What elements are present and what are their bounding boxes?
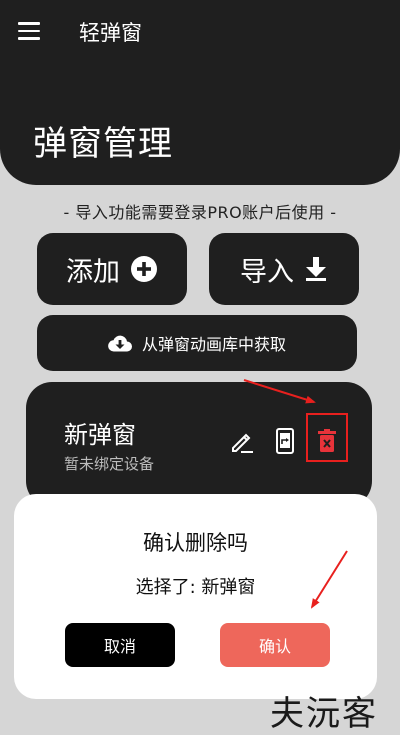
popup-status: 暂未绑定设备 bbox=[64, 455, 155, 473]
confirm-delete-dialog: 确认删除吗 选择了: 新弹窗 取消 确认 bbox=[14, 494, 377, 699]
library-label: 从弹窗动画库中获取 bbox=[141, 335, 286, 354]
animation-library-button[interactable]: 从弹窗动画库中获取 bbox=[37, 315, 357, 371]
import-label: 导入 bbox=[240, 256, 294, 288]
top-app-bar: 轻弹窗 弹窗管理 bbox=[0, 0, 400, 185]
phone-share-icon[interactable] bbox=[275, 428, 295, 454]
add-circle-icon bbox=[130, 255, 158, 283]
login-notice: - 导入功能需要登录PRO账户后使用 - bbox=[63, 203, 337, 222]
page-title: 弹窗管理 bbox=[33, 124, 173, 164]
app-title: 轻弹窗 bbox=[79, 21, 142, 45]
add-label: 添加 bbox=[66, 256, 120, 288]
confirm-button[interactable]: 确认 bbox=[220, 623, 330, 667]
delete-highlight-box bbox=[306, 413, 348, 462]
popup-title: 新弹窗 bbox=[64, 421, 136, 449]
add-button[interactable]: 添加 bbox=[37, 233, 187, 305]
cloud-download-icon bbox=[108, 334, 132, 352]
hamburger-menu-icon[interactable] bbox=[18, 22, 40, 40]
dialog-message: 选择了: 新弹窗 bbox=[135, 577, 256, 598]
edit-icon[interactable] bbox=[229, 428, 255, 454]
cancel-button[interactable]: 取消 bbox=[65, 623, 175, 667]
import-button[interactable]: 导入 bbox=[209, 233, 359, 305]
dialog-title: 确认删除吗 bbox=[143, 531, 248, 555]
download-icon bbox=[304, 256, 328, 282]
